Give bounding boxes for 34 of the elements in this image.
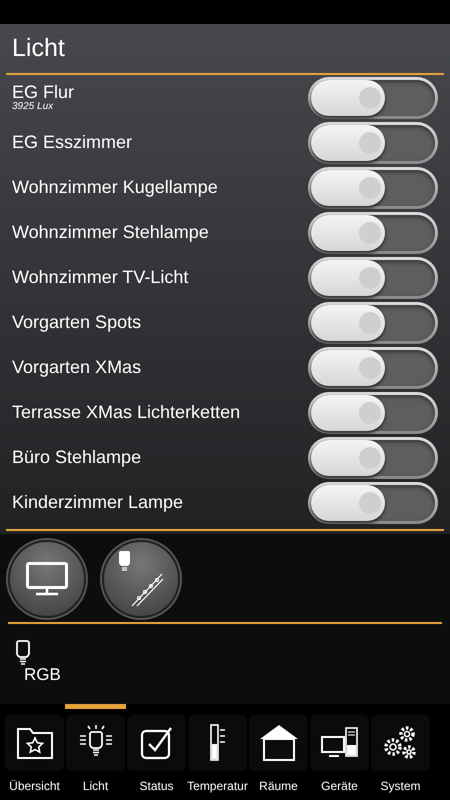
toggle-switch[interactable] bbox=[308, 166, 438, 208]
bulb-icon bbox=[16, 640, 30, 666]
light-strip-button[interactable] bbox=[102, 540, 180, 618]
toggle-switch[interactable] bbox=[308, 346, 438, 388]
light-reading: 3925 Lux bbox=[12, 102, 54, 112]
tv-button[interactable] bbox=[8, 540, 86, 618]
light-name: Kinderzimmer Lampe bbox=[12, 492, 184, 512]
toggle-switch[interactable] bbox=[308, 392, 438, 434]
toggle-switch[interactable] bbox=[308, 436, 438, 478]
gears-icon bbox=[382, 725, 418, 761]
light-name: Vorgarten XMas bbox=[12, 358, 142, 378]
light-name: EG Flur bbox=[12, 82, 74, 102]
light-strip-icon bbox=[118, 550, 164, 608]
toggle-switch[interactable] bbox=[308, 482, 438, 524]
toggle-switch[interactable] bbox=[308, 76, 438, 118]
light-name: Wohnzimmer Stehlampe bbox=[12, 222, 209, 242]
checkbox-icon bbox=[140, 726, 174, 760]
toggle-switch[interactable] bbox=[308, 122, 438, 164]
light-name: Vorgarten Spots bbox=[12, 312, 142, 332]
light-name: Wohnzimmer TV-Licht bbox=[12, 268, 188, 288]
light-name: EG Esszimmer bbox=[12, 132, 132, 152]
computer-icon bbox=[320, 727, 358, 759]
folder-star-icon bbox=[16, 726, 54, 760]
toggle-switch[interactable] bbox=[308, 212, 438, 254]
toggle-switch[interactable] bbox=[308, 256, 438, 298]
toggle-switch[interactable] bbox=[308, 302, 438, 344]
light-name: Terrasse XMas Lichterketten bbox=[12, 402, 240, 422]
light-name: Büro Stehlampe bbox=[12, 448, 142, 468]
light-name: Wohnzimmer Kugellampe bbox=[12, 178, 218, 198]
rgb-button[interactable]: RGB bbox=[16, 640, 61, 683]
monitor-icon bbox=[26, 562, 68, 596]
house-icon bbox=[258, 724, 298, 762]
page-title: Licht bbox=[11, 33, 66, 64]
thermometer-icon bbox=[208, 724, 228, 762]
